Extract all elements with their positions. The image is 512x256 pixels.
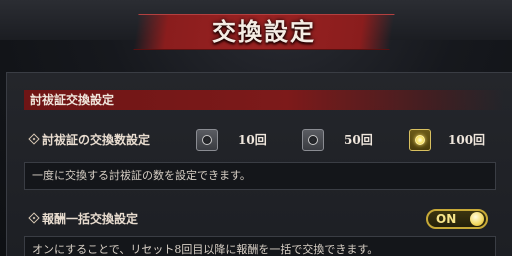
radio-100-times[interactable] <box>409 129 431 151</box>
radio-dot-selected-icon <box>415 135 425 145</box>
bulk-exchange-toggle[interactable]: ON <box>426 209 488 229</box>
toggle-label: ON <box>436 212 457 226</box>
exchange-settings-screen: 交換設定 討祓証交換設定 討祓証の交換数設定 10回 50回 100回 一度に交… <box>0 0 512 256</box>
diamond-bullet-icon <box>28 133 40 145</box>
option-label-100: 100回 <box>448 133 486 147</box>
option-label-10: 10回 <box>238 133 267 147</box>
radio-50-times[interactable] <box>302 129 324 151</box>
radio-dot-icon <box>202 135 212 145</box>
exchange-count-description: 一度に交換する討祓証の数を設定できます。 <box>32 169 251 182</box>
radio-10-times[interactable] <box>196 129 218 151</box>
exchange-count-label: 討祓証の交換数設定 <box>28 130 151 150</box>
radio-dot-icon <box>308 135 318 145</box>
diamond-bullet-icon <box>28 212 40 224</box>
page-title: 交換設定 <box>212 17 316 46</box>
toggle-knob-icon <box>470 212 484 226</box>
bulk-exchange-description: オンにすることで、リセット8回目以降に報酬を一括で交換できます。 <box>32 243 379 256</box>
exchange-count-label-text: 討祓証の交換数設定 <box>42 133 151 147</box>
option-label-50: 50回 <box>344 133 373 147</box>
section-title: 討祓証交換設定 <box>30 93 115 107</box>
bulk-exchange-label-text: 報酬一括交換設定 <box>42 212 139 226</box>
bulk-exchange-label: 報酬一括交換設定 <box>28 209 139 229</box>
